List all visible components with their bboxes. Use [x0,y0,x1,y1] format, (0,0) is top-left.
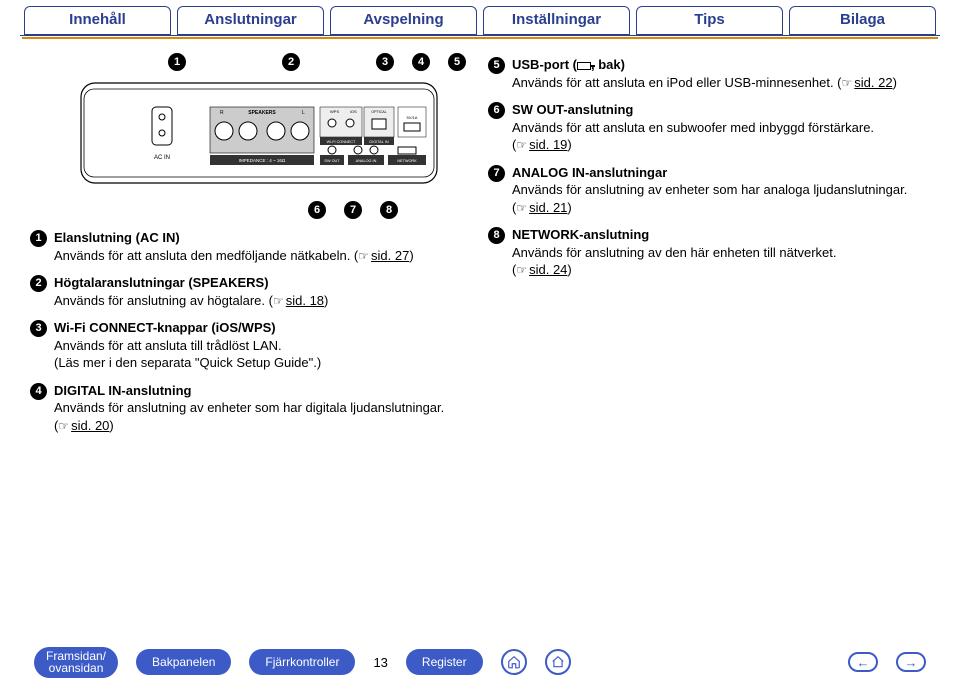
hand-icon: ☞ [842,75,853,91]
link-sid-27[interactable]: sid. 27 [371,248,409,263]
page-number: 13 [373,655,387,670]
hand-icon: ☞ [358,248,369,264]
svg-text:5V/1A: 5V/1A [407,115,418,120]
btn-register[interactable]: Register [406,649,483,675]
callout-4: 4 [412,53,430,71]
item-8: 8 NETWORK-anslutning Används för anslutn… [488,226,930,279]
next-page-button[interactable]: → [896,652,926,672]
hand-icon: ☞ [516,137,527,153]
link-sid-21[interactable]: sid. 21 [529,200,567,215]
item-4: 4 DIGITAL IN-anslutning Används för ansl… [30,382,472,435]
hand-icon: ☞ [516,262,527,278]
callout-8: 8 [380,201,398,219]
item-2: 2 Högtalaranslutningar (SPEAKERS) Använd… [30,274,472,309]
btn-framsidan[interactable]: Framsidan/ ovansidan [34,647,118,678]
link-sid-19[interactable]: sid. 19 [529,137,567,152]
tab-bilaga[interactable]: Bilaga [789,6,936,35]
hand-icon: ☞ [516,200,527,216]
callout-7: 7 [344,201,362,219]
item-7: 7 ANALOG IN-anslutningar Används för ans… [488,164,930,217]
link-sid-22[interactable]: sid. 22 [854,75,892,90]
tab-installningar[interactable]: Inställningar [483,6,630,35]
hand-icon: ☞ [273,293,284,309]
footer-nav: Framsidan/ ovansidan Bakpanelen Fjärrkon… [0,647,960,678]
callout-5: 5 [448,53,466,71]
callout-3: 3 [376,53,394,71]
item-1: 1 Elanslutning (AC IN) Används för att a… [30,229,472,264]
link-sid-18[interactable]: sid. 18 [286,293,324,308]
svg-text:AC IN: AC IN [154,155,170,161]
svg-text:IMPEDANCE : 4 ~ 16Ω: IMPEDANCE : 4 ~ 16Ω [239,158,286,163]
device-rear-svg: AC IN SPEAKERS R L IMPEDANCE : 4 ~ 16Ω W… [80,77,440,197]
home-icon[interactable] [501,649,527,675]
usb-icon [577,62,591,70]
callout-1: 1 [168,53,186,71]
top-tabs: Innehåll Anslutningar Avspelning Inställ… [0,0,960,35]
svg-text:SPEAKERS: SPEAKERS [248,110,276,116]
svg-text:R: R [220,110,224,116]
svg-text:Wi-Fi CONNECT: Wi-Fi CONNECT [327,140,356,144]
svg-text:DIGITAL IN: DIGITAL IN [369,140,388,144]
prev-page-button[interactable]: ← [848,652,878,672]
home-alt-icon[interactable] [545,649,571,675]
svg-text:ANALOG IN: ANALOG IN [356,159,377,163]
item-3: 3 Wi-Fi CONNECT-knappar (iOS/WPS) Använd… [30,319,472,372]
item-6: 6 SW OUT-anslutning Används för att ansl… [488,101,930,154]
svg-text:WPS: WPS [330,109,339,114]
svg-text:SW OUT: SW OUT [324,159,340,163]
divider-outer [20,35,940,36]
link-sid-24[interactable]: sid. 24 [529,262,567,277]
link-sid-20[interactable]: sid. 20 [71,418,109,433]
tab-avspelning[interactable]: Avspelning [330,6,477,35]
tab-innehall[interactable]: Innehåll [24,6,171,35]
svg-text:OPTICAL: OPTICAL [371,110,386,114]
tab-anslutningar[interactable]: Anslutningar [177,6,324,35]
btn-bakpanelen[interactable]: Bakpanelen [136,649,231,675]
btn-fjarrkontroller[interactable]: Fjärrkontroller [249,649,355,675]
tab-tips[interactable]: Tips [636,6,783,35]
item-5: 5 USB-port (, bak) Används för att anslu… [488,56,930,91]
svg-text:L: L [302,110,305,116]
callout-2: 2 [282,53,300,71]
rear-panel-diagram: 1 2 3 4 5 AC IN SPEAKERS R L [80,53,472,219]
svg-text:iOS: iOS [350,109,357,114]
hand-icon: ☞ [58,418,69,434]
callout-6: 6 [308,201,326,219]
svg-text:NETWORK: NETWORK [397,159,417,163]
